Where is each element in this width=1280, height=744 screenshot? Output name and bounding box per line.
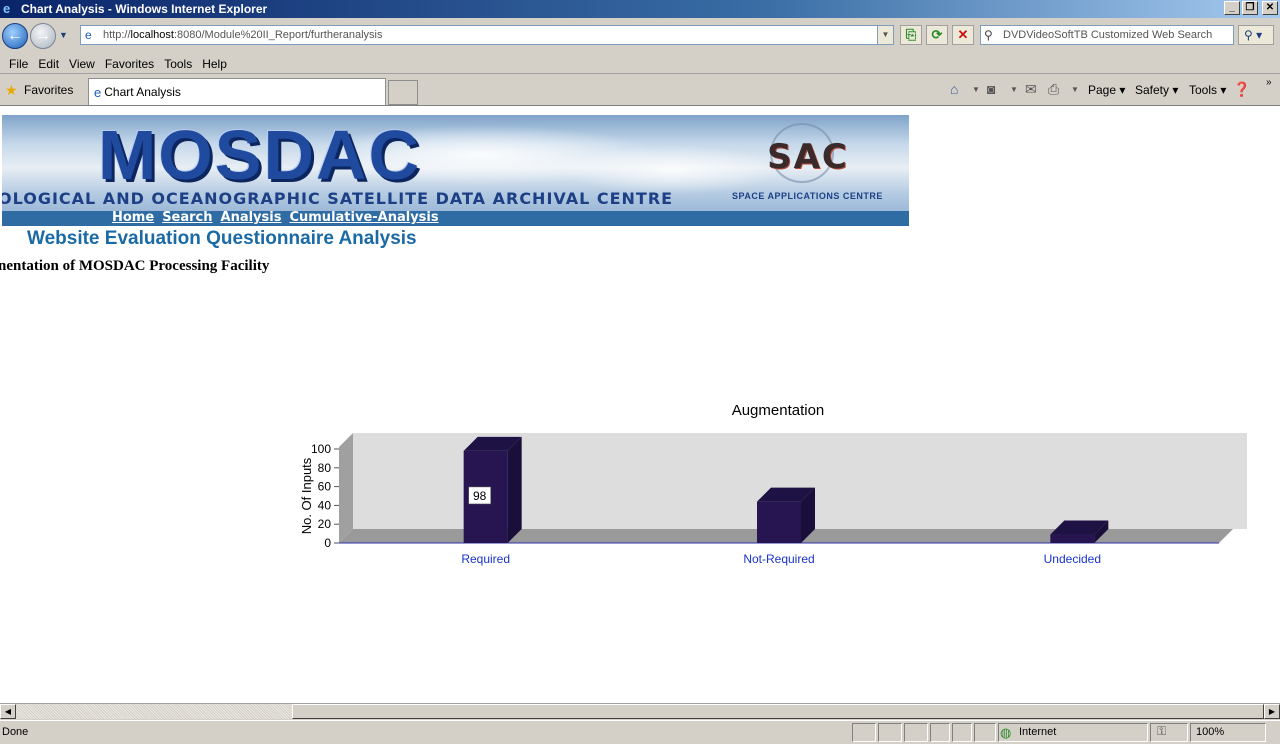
window-controls: _ ❐ ✕ [1224, 1, 1278, 15]
ie-logo-icon: e [3, 1, 11, 16]
search-input[interactable]: ⚲ DVDVideoSoftTB Customized Web Search [980, 25, 1234, 45]
home-dropdown-icon[interactable]: ▼ [972, 85, 980, 94]
protected-mode-pane[interactable] [1150, 723, 1188, 742]
help-icon[interactable]: ❓ [1233, 81, 1250, 98]
lock-icon: ⚿ [1157, 724, 1167, 738]
y-tick-label: 100 [311, 442, 331, 456]
minimize-button[interactable]: _ [1224, 1, 1240, 15]
menu-edit[interactable]: Edit [33, 57, 64, 71]
tools-menu-button[interactable]: Tools ▾ [1189, 83, 1226, 97]
status-pane [904, 723, 928, 742]
refresh-icon[interactable]: ⟳ [926, 25, 948, 45]
tab-page-icon: e [94, 84, 102, 100]
safety-menu-button[interactable]: Safety ▾ [1135, 83, 1178, 97]
menu-view[interactable]: View [64, 57, 100, 71]
print-dropdown-icon[interactable]: ▼ [1071, 85, 1079, 94]
x-category-label: Not-Required [743, 552, 814, 566]
tab-title: Chart Analysis [104, 85, 181, 99]
y-tick-label: 60 [318, 480, 332, 494]
menu-bar: File Edit View Favorites Tools Help [0, 54, 1280, 74]
restore-button[interactable]: ❐ [1242, 1, 1258, 15]
mosdac-logo: MOSDAC [98, 116, 422, 194]
history-dropdown-icon[interactable]: ▼ [59, 30, 68, 40]
y-tick-label: 80 [318, 461, 332, 475]
window-title: Chart Analysis - Windows Internet Explor… [21, 2, 268, 16]
feeds-icon[interactable]: ◙ [987, 81, 995, 97]
status-pane [930, 723, 950, 742]
y-tick-label: 0 [324, 536, 331, 550]
favorites-bar: ★ Favorites e Chart Analysis ⌂ ▼ ◙ ▼ ✉ ⎙… [0, 75, 1280, 105]
address-toolbar: ← → ▼ e http://localhost:8080/Module%20I… [0, 18, 1280, 54]
nav-home-link[interactable]: Home [112, 210, 154, 225]
status-pane [852, 723, 876, 742]
forward-button[interactable]: → [30, 23, 56, 49]
y-tick-label: 40 [318, 498, 332, 512]
page-menu-button[interactable]: Page ▾ [1088, 83, 1125, 97]
page-subtitle: nentation of MOSDAC Processing Facility [0, 258, 270, 274]
y-tick-label: 20 [318, 517, 332, 531]
mail-icon[interactable]: ✉ [1025, 81, 1037, 98]
zoom-level[interactable]: 100% [1196, 726, 1224, 738]
scroll-right-arrow-icon[interactable]: ▶ [1264, 704, 1280, 719]
menu-favorites[interactable]: Favorites [100, 57, 159, 71]
sac-caption: SPACE APPLICATIONS CENTRE [732, 191, 883, 201]
sac-logo-letters: SAC [767, 137, 849, 177]
favorites-star-icon[interactable]: ★ [5, 82, 18, 99]
bar [757, 501, 801, 543]
augmentation-chart: 0 20 40 60 80 100 Required 98 Not-Required Undeci… [299, 402, 1247, 566]
url-rest: :8080/Module%20II_Report/furtheranalysis [173, 29, 383, 41]
nav-analysis-link[interactable]: Analysis [221, 210, 282, 225]
menu-tools[interactable]: Tools [159, 57, 197, 71]
sac-logo: SAC [740, 123, 876, 183]
status-pane [952, 723, 972, 742]
home-icon[interactable]: ⌂ [950, 81, 958, 97]
search-button[interactable]: ⚲ ▾ [1238, 25, 1274, 45]
data-label: 98 [473, 489, 487, 503]
page-title: Website Evaluation Questionnaire Analysi… [27, 228, 417, 249]
more-commands-icon[interactable]: » [1266, 77, 1272, 88]
nav-cumulative-analysis-link[interactable]: Cumulative-Analysis [289, 210, 438, 225]
address-input[interactable]: e http://localhost:8080/Module%20II_Repo… [80, 25, 894, 45]
status-bar: Done ◍ Internet ⚿ 100% [0, 720, 1280, 744]
scroll-left-arrow-icon[interactable]: ◀ [0, 704, 16, 719]
globe-icon: ◍ [1000, 725, 1012, 740]
new-tab-button[interactable] [388, 80, 418, 105]
print-icon[interactable]: ⎙ [1048, 81, 1059, 98]
status-pane [974, 723, 996, 742]
nav-search-link[interactable]: Search [162, 210, 212, 225]
compatibility-view-icon[interactable]: ⎘ [900, 25, 922, 45]
search-provider-icon: ⚲ [984, 28, 993, 42]
status-pane [878, 723, 902, 742]
y-axis-label: No. Of Inputs [299, 457, 314, 534]
x-category-label: Undecided [1044, 552, 1101, 566]
menu-file[interactable]: File [4, 57, 33, 71]
url-prefix: http:// [103, 29, 131, 41]
banner-subtitle: OLOGICAL AND OCEANOGRAPHIC SATELLITE DAT… [2, 189, 674, 208]
window-titlebar: e Chart Analysis - Windows Internet Expl… [0, 0, 1280, 18]
site-banner: MOSDAC OLOGICAL AND OCEANOGRAPHIC SATELL… [2, 115, 909, 211]
stop-icon[interactable]: ✕ [952, 25, 974, 45]
back-button[interactable]: ← [2, 23, 28, 49]
feeds-dropdown-icon[interactable]: ▼ [1010, 85, 1018, 94]
menu-help[interactable]: Help [197, 57, 232, 71]
tab-chart-analysis[interactable]: e Chart Analysis [88, 78, 386, 105]
page-icon: e [85, 28, 92, 42]
status-text: Done [2, 726, 29, 738]
address-dropdown-icon[interactable]: ▼ [877, 26, 893, 44]
x-category-label: Required [461, 552, 510, 566]
chart-left-wall [339, 433, 353, 543]
horizontal-scrollbar[interactable]: ◀ ▶ [0, 703, 1280, 719]
close-button[interactable]: ✕ [1262, 1, 1278, 15]
bar-side [507, 436, 522, 543]
search-placeholder: DVDVideoSoftTB Customized Web Search [1003, 29, 1213, 41]
bar [1050, 534, 1095, 543]
favorites-button[interactable]: Favorites [24, 83, 73, 97]
url-host: localhost [130, 29, 174, 41]
page-viewport: MOSDAC OLOGICAL AND OCEANOGRAPHIC SATELL… [0, 105, 1280, 703]
security-zone-label: Internet [1019, 726, 1057, 738]
chart-title: Augmentation [732, 402, 825, 419]
site-nav: Home Search Analysis Cumulative-Analysis [112, 210, 439, 225]
scroll-thumb[interactable] [292, 704, 1264, 719]
